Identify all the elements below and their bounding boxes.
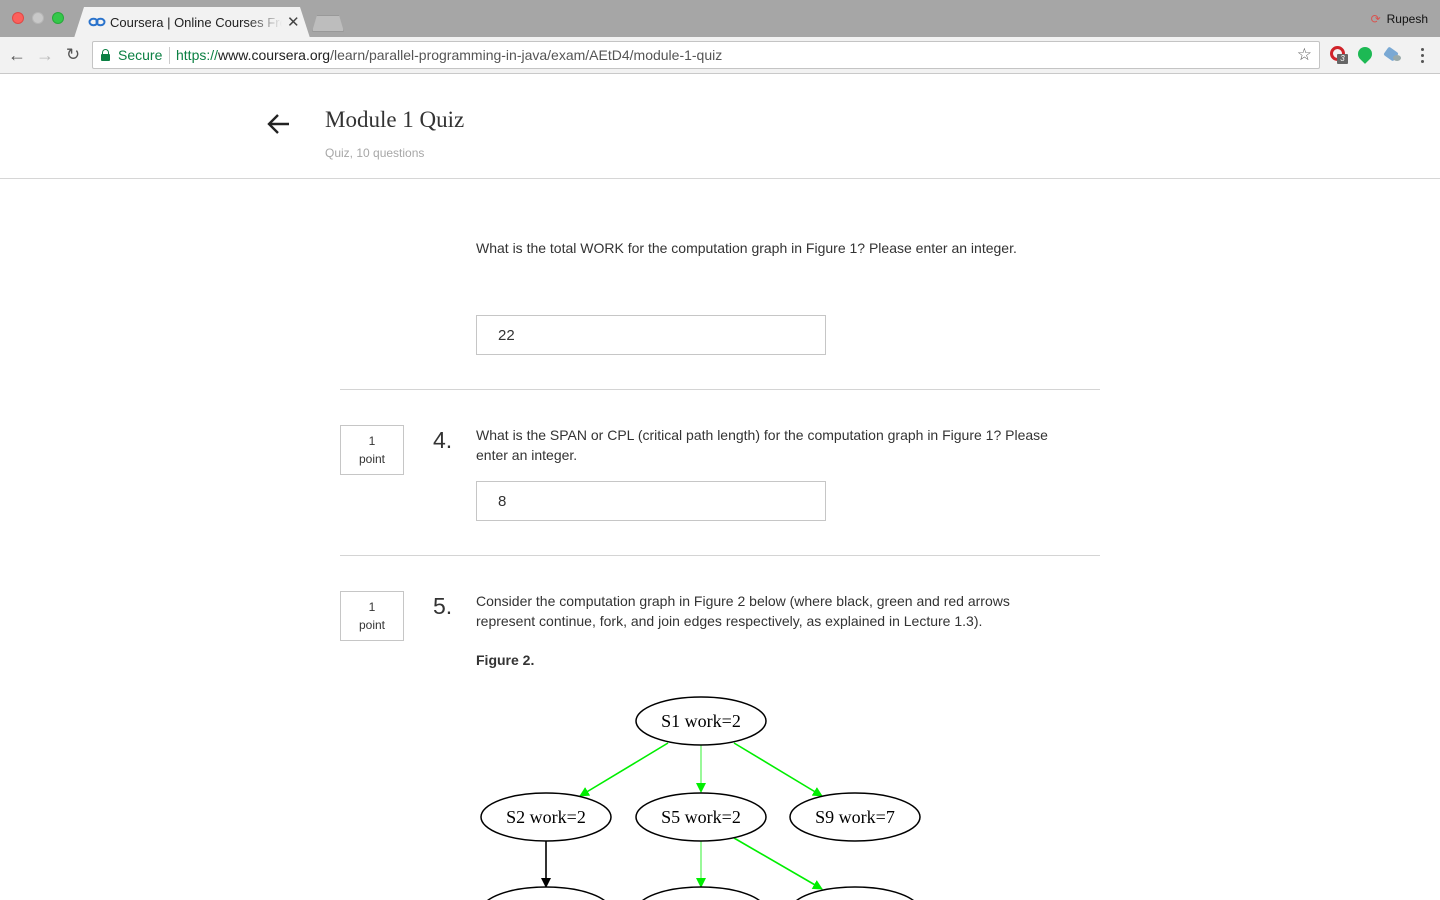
fork-edge-s1-s2	[579, 742, 669, 797]
points-unit: point	[358, 618, 386, 632]
reload-icon[interactable]: ↻	[62, 44, 84, 66]
maximize-window-button[interactable]	[52, 12, 64, 24]
forward-arrow-icon[interactable]: →	[34, 44, 56, 66]
extension-leaf-icon[interactable]	[1355, 44, 1375, 64]
tab-close-icon[interactable]: ✕	[287, 13, 300, 31]
question-5-points-badge: 1 point	[340, 591, 404, 641]
graph-node-partial	[486, 886, 606, 900]
figure-2-computation-graph: S1 work=2 S2 work=2 S5 work=2 S9 work=7	[480, 696, 921, 900]
graph-node-partial	[795, 886, 915, 900]
extension-adblock-icon[interactable]: 3	[1330, 46, 1348, 64]
page-subtitle: Quiz, 10 questions	[325, 146, 425, 160]
minimize-window-button[interactable]	[32, 12, 44, 24]
url-text[interactable]: https://www.coursera.org/learn/parallel-…	[176, 47, 722, 63]
bookmark-star-icon[interactable]: ☆	[1297, 45, 1312, 65]
quiz-header: Module 1 Quiz Quiz, 10 questions	[0, 74, 1440, 179]
graph-node-partial	[641, 886, 761, 900]
question-5-text: Consider the computation graph in Figure…	[476, 593, 1010, 629]
browser-tab-coursera[interactable]: Coursera | Online Courses From Top Unive…	[74, 7, 310, 38]
address-bar[interactable]: Secure https://www.coursera.org/learn/pa…	[92, 41, 1320, 69]
url-host: www.coursera.org	[218, 47, 331, 63]
question-3-answer-input[interactable]	[476, 315, 826, 355]
question-4-answer-input[interactable]	[476, 481, 826, 521]
question-4-number: 4.	[433, 427, 453, 453]
fork-edge-s1-s9	[733, 742, 823, 797]
graph-node-s1-label: S1 work=2	[661, 711, 741, 731]
lock-icon	[101, 49, 110, 61]
question-4-points-badge: 1 point	[340, 425, 404, 475]
url-path: /learn/parallel-programming-in-java/exam…	[330, 47, 723, 63]
back-to-course-arrow-icon[interactable]	[265, 110, 295, 138]
graph-node-s9-label: S9 work=7	[815, 807, 895, 827]
profile-name: Rupesh	[1386, 12, 1428, 26]
new-tab-button[interactable]	[312, 15, 344, 32]
points-value: 1	[368, 600, 376, 614]
points-value: 1	[368, 434, 376, 448]
question-divider	[340, 389, 1100, 390]
coursera-favicon-icon	[88, 17, 106, 27]
fork-edge-s5-right	[733, 837, 823, 890]
browser-toolbar: ← → ↻ Secure https://www.coursera.org/le…	[0, 37, 1440, 74]
graph-node-s5-label: S5 work=2	[661, 807, 741, 827]
points-unit: point	[358, 452, 386, 466]
question-5-number: 5.	[433, 593, 453, 619]
extension-badge: 3	[1337, 54, 1348, 64]
question-divider	[340, 555, 1100, 556]
tab-title: Coursera | Online Courses From Top Unive…	[110, 15, 282, 30]
profile-icon: ⟳	[1370, 12, 1381, 26]
page-title: Module 1 Quiz	[325, 107, 465, 132]
profile-button[interactable]: ⟳ Rupesh	[1371, 12, 1428, 26]
close-window-button[interactable]	[12, 12, 24, 24]
figure-2-label: Figure 2.	[476, 652, 535, 668]
browser-menu-icon[interactable]	[1414, 45, 1430, 65]
browser-titlebar: Coursera | Online Courses From Top Unive…	[0, 0, 1440, 38]
question-4-text: What is the SPAN or CPL (critical path l…	[476, 427, 1048, 463]
url-scheme: https://	[176, 47, 219, 63]
secure-label: Secure	[118, 47, 163, 63]
back-arrow-icon[interactable]: ←	[6, 44, 28, 66]
extension-satellite-icon[interactable]	[1383, 46, 1402, 64]
graph-node-s2-label: S2 work=2	[506, 807, 586, 827]
question-3-text: What is the total WORK for the computati…	[476, 240, 1017, 256]
address-separator	[169, 47, 170, 64]
